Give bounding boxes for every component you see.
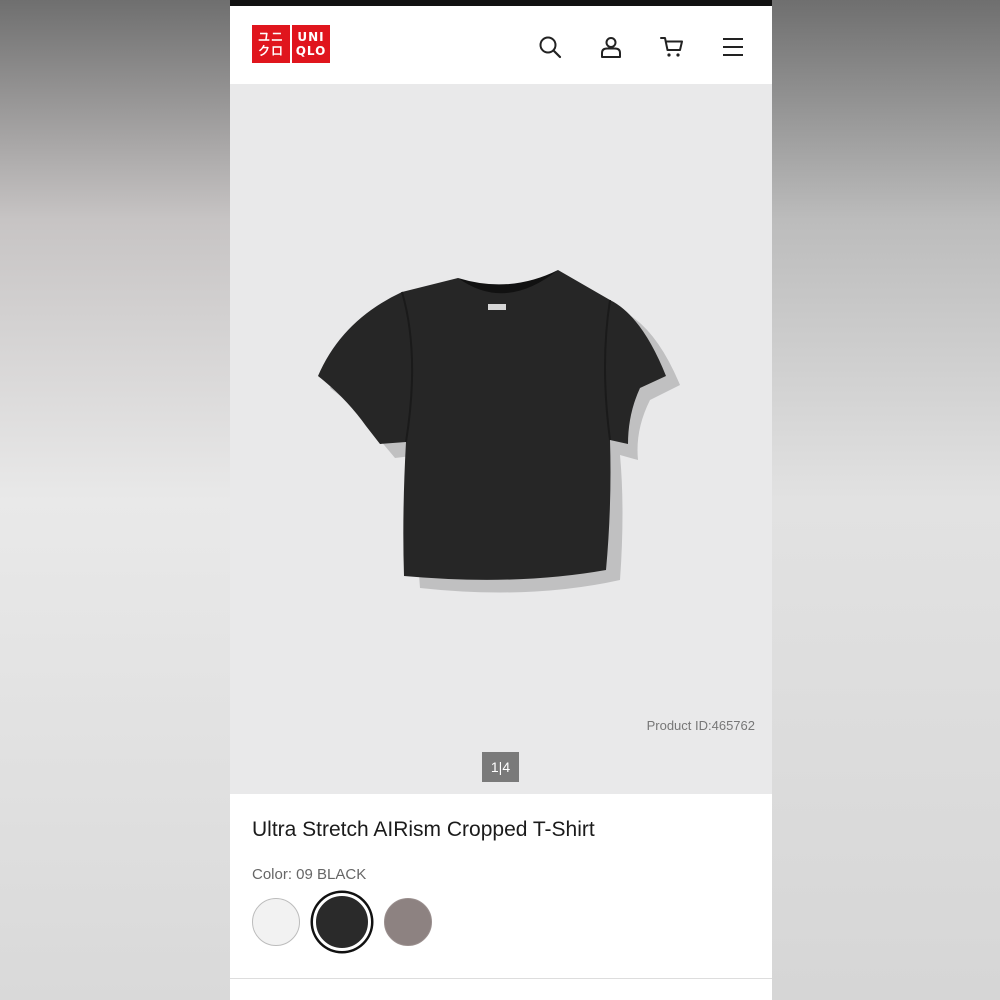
logo-text-line: UNI bbox=[297, 30, 325, 44]
logo-katakana-block: ユニ クロ bbox=[252, 25, 290, 63]
product-info: Ultra Stretch AIRism Cropped T-Shirt Col… bbox=[230, 794, 772, 1000]
blurred-background-left bbox=[0, 0, 230, 1000]
product-id: Product ID:465762 bbox=[646, 718, 755, 733]
swatch-white[interactable] bbox=[252, 898, 300, 946]
logo-latin-block: UNI QLO bbox=[292, 25, 330, 63]
blurred-background-right bbox=[772, 0, 1000, 1000]
account-icon[interactable] bbox=[596, 32, 626, 62]
image-pager[interactable]: 1|4 bbox=[482, 752, 519, 782]
color-swatches bbox=[252, 893, 432, 951]
swatch-gray[interactable] bbox=[384, 898, 432, 946]
menu-icon[interactable] bbox=[718, 32, 748, 62]
swatch-black-selected[interactable] bbox=[313, 893, 371, 951]
product-page: ユニ クロ UNI QLO Product ID:465762 1|4 Ultr… bbox=[230, 0, 772, 1000]
uniqlo-logo[interactable]: ユニ クロ UNI QLO bbox=[252, 25, 330, 63]
search-icon[interactable] bbox=[535, 32, 565, 62]
color-label: Color: 09 BLACK bbox=[252, 866, 367, 883]
product-image-gallery[interactable]: Product ID:465762 1|4 bbox=[230, 84, 772, 794]
divider bbox=[230, 978, 772, 979]
product-title: Ultra Stretch AIRism Cropped T-Shirt bbox=[252, 818, 595, 841]
logo-text-line: QLO bbox=[295, 44, 327, 58]
product-image-tshirt bbox=[318, 270, 680, 593]
cart-icon[interactable] bbox=[657, 32, 687, 62]
logo-text-line: クロ bbox=[257, 44, 284, 58]
logo-text-line: ユニ bbox=[257, 30, 284, 44]
site-header: ユニ クロ UNI QLO bbox=[230, 6, 772, 84]
